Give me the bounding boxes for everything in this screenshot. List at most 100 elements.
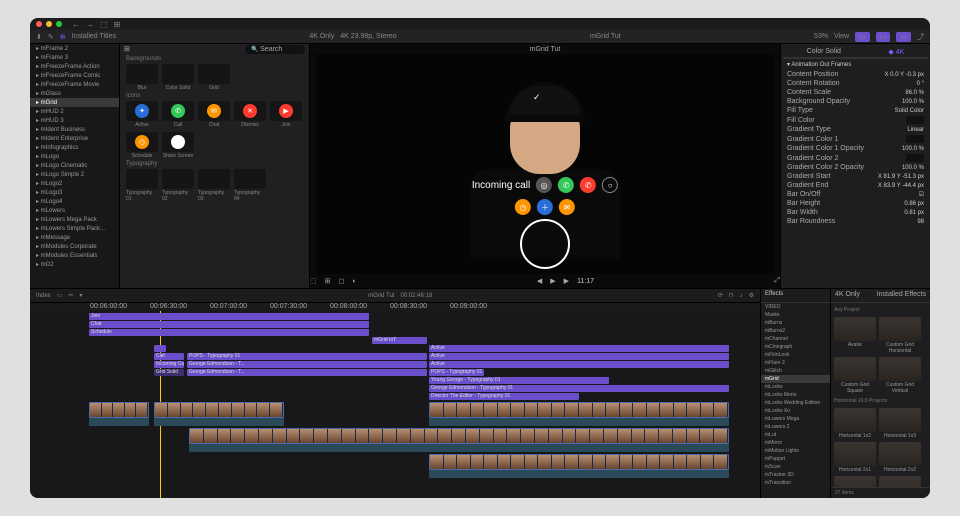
param-value[interactable]: 86.0 % <box>905 90 924 96</box>
panel-toggle-1[interactable]: ▭ <box>855 32 870 42</box>
sidebar-item[interactable]: ▸ mHUD 3 <box>30 116 119 125</box>
timeline-track[interactable]: George Edmondson - Typography 01 <box>34 385 760 392</box>
effect-thumb[interactable]: Horizontal 2x2 <box>879 442 921 473</box>
effects-category[interactable]: mFlare 2 <box>761 359 830 367</box>
effects-category[interactable]: mLooks Mono <box>761 391 830 399</box>
video-clip[interactable] <box>429 454 729 470</box>
sidebar-item[interactable]: ▸ mLogo Simple 2 <box>30 170 119 179</box>
effects-category[interactable]: mPuppet <box>761 455 830 463</box>
inspector-row[interactable]: Gradient Color 1 Opacity100.0 % <box>783 144 928 153</box>
param-value[interactable]: X 0.0 Y -0.3 px <box>885 72 924 78</box>
timeline-clip[interactable]: Active <box>429 345 729 352</box>
inspector-row[interactable]: Bar On/Off☑ <box>783 190 928 199</box>
effects-category[interactable]: mGrid <box>761 375 830 383</box>
timeline-clip[interactable]: Director The Editor - Typography 01 <box>429 393 579 400</box>
timeline-track[interactable]: CallPOPS - Typography 01Active <box>34 353 760 360</box>
browser-thumb[interactable]: Grid <box>198 64 230 91</box>
sidebar-item[interactable]: ▸ mO2 <box>30 260 119 269</box>
inspector-row[interactable]: Gradient Color 2 Opacity100.0 % <box>783 163 928 172</box>
browser-thumb[interactable]: Typography 03 <box>198 169 230 202</box>
param-value[interactable]: X 81.9 Y -51.3 px <box>878 174 924 180</box>
effects-category[interactable]: mLowers Mega <box>761 415 830 423</box>
browser-thumb[interactable]: Typography 01 <box>126 169 158 202</box>
effects-category[interactable]: VIDEO <box>761 303 830 311</box>
timeline-track[interactable]: Grid SolidGeorge Edmondson - T...POPS - … <box>34 369 760 376</box>
skimming-icon[interactable]: ⟳ <box>718 292 723 299</box>
sidebar-item[interactable]: ▸ mLogo <box>30 152 119 161</box>
share-icon[interactable]: ⤴ <box>917 32 924 42</box>
timeline-track[interactable]: Active <box>34 345 760 352</box>
browser-thumb[interactable]: ✆Call <box>162 101 194 128</box>
timeline-track[interactable]: Director The Editor - Typography 01 <box>34 393 760 400</box>
effect-thumb[interactable]: Horizontal 1x3 <box>879 408 921 439</box>
effect-thumb[interactable]: Horizontal 3x2 <box>879 476 921 487</box>
inspector-row[interactable]: Bar Width0.81 px <box>783 208 928 217</box>
sidebar-item[interactable]: ▸ mMessage <box>30 233 119 242</box>
sidebar-item[interactable]: ▸ mInfographics <box>30 143 119 152</box>
sidebar-item[interactable]: ▸ mHUD 2 <box>30 107 119 116</box>
effects-category[interactable]: mBurns <box>761 319 830 327</box>
audio-track[interactable] <box>34 470 760 478</box>
effect-thumb[interactable]: Custom Grid Vertical <box>879 357 921 394</box>
effects-category[interactable]: mTransition <box>761 479 830 487</box>
browser-thumb[interactable]: Blur <box>126 64 158 91</box>
view-menu[interactable]: View <box>834 33 849 40</box>
fullscreen-icon[interactable]: ⤢ <box>774 277 780 285</box>
snap-icon[interactable]: ⊓ <box>729 292 734 299</box>
timeline-track[interactable]: Incoming CallGeorge Edmondson - T...Acti… <box>34 361 760 368</box>
effects-category[interactable]: mChannel <box>761 335 830 343</box>
panel-toggle-3[interactable]: ▭ <box>896 32 911 42</box>
timeline-track[interactable]: Young George - Typography 01 <box>34 377 760 384</box>
inspector-row[interactable]: Fill TypeSolid Color <box>783 106 928 115</box>
video-clip[interactable] <box>89 402 149 418</box>
browser-thumb[interactable]: ▶Join <box>270 101 302 128</box>
audio-track[interactable] <box>34 444 760 452</box>
panel-toggle-2[interactable]: ▭ <box>876 32 891 42</box>
audio-clip[interactable] <box>429 418 729 426</box>
keyword-icon[interactable]: ✎ <box>48 33 54 41</box>
video-track[interactable] <box>34 402 760 418</box>
timeline[interactable]: Index ▭ ✂ ▾ mGrid Tut 00:02:46:18 ⟳ ⊓ ♪ … <box>30 289 760 498</box>
audio-track[interactable] <box>34 418 760 426</box>
effect-thumb[interactable]: Horizontal 3x1 <box>834 476 876 487</box>
titlebar-icon[interactable]: ← <box>72 20 80 29</box>
video-clip[interactable] <box>429 402 729 418</box>
effect-thumb[interactable]: Horizontal 1x2 <box>834 408 876 439</box>
effects-category[interactable]: mMotion Lights <box>761 447 830 455</box>
titlebar-icon[interactable]: ⊞ <box>114 20 121 29</box>
tool-trim-icon[interactable]: ✂ <box>68 292 73 299</box>
effect-thumb[interactable]: Horizontal 2x1 <box>834 442 876 473</box>
timeline-track[interactable]: mGrid IoT <box>34 337 760 344</box>
inspector-row[interactable]: Fill Color <box>783 115 928 125</box>
inspector-row[interactable]: Content Rotation0 ° <box>783 79 928 88</box>
effect-thumb[interactable]: Avatar <box>834 317 876 354</box>
param-value[interactable]: X 83.9 Y -44.4 px <box>878 183 924 189</box>
video-track[interactable] <box>34 428 760 444</box>
param-value[interactable]: 0.86 px <box>904 201 924 207</box>
timeline-clip[interactable]: mGrid IoT <box>372 337 427 344</box>
color-swatch[interactable] <box>906 135 924 143</box>
tool-blade-icon[interactable]: ▾ <box>79 292 82 299</box>
effects-category[interactable]: mTracker 3D <box>761 471 830 479</box>
browser-thumb[interactable]: ◷Schedule <box>126 132 158 159</box>
effects-category[interactable]: mLooks Xo <box>761 407 830 415</box>
audio-icon[interactable]: ♪ <box>740 293 743 299</box>
titlebar-icon[interactable]: → <box>86 20 94 29</box>
video-clip[interactable] <box>154 402 284 418</box>
param-value[interactable] <box>906 154 924 162</box>
sidebar-item[interactable]: ▸ mLogo2 <box>30 179 119 188</box>
sidebar-item[interactable]: ▸ mFreezeFrame Comic <box>30 71 119 80</box>
effects-category[interactable]: mLooks Wedding Edition <box>761 399 830 407</box>
timeline-clip[interactable]: Active <box>429 361 729 368</box>
browser-thumb[interactable]: ✕Dismiss <box>234 101 266 128</box>
inspector-row[interactable]: Content Scale86.0 % <box>783 88 928 97</box>
zoom-value[interactable]: 53% <box>814 33 828 40</box>
sidebar-item[interactable]: ▸ mIdent Enterprise <box>30 134 119 143</box>
audio-clip[interactable] <box>189 444 729 452</box>
timeline-clip[interactable]: George Edmondson - T... <box>187 361 427 368</box>
effects-category[interactable]: mBurns2 <box>761 327 830 335</box>
sidebar-item[interactable]: ▸ mLowers <box>30 206 119 215</box>
effects-category[interactable]: mFilmLook <box>761 351 830 359</box>
play-icon[interactable]: ▶ <box>550 277 555 285</box>
param-value[interactable]: ☑ <box>919 191 924 198</box>
